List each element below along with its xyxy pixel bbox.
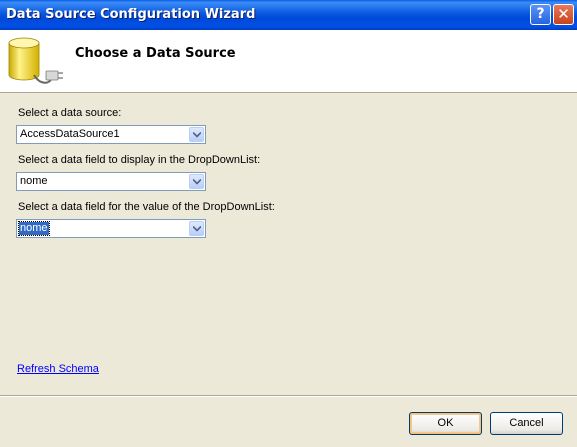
value-field-value: nome (18, 221, 50, 236)
cancel-button[interactable]: Cancel (490, 412, 563, 435)
title-bar[interactable]: Data Source Configuration Wizard ? ✕ (0, 0, 577, 30)
data-source-label: Select a data source: (18, 107, 122, 119)
ok-button[interactable]: OK (409, 412, 482, 435)
footer-divider-highlight (0, 396, 577, 397)
dropdown-arrow-button[interactable] (189, 127, 204, 142)
window-title: Data Source Configuration Wizard (6, 7, 256, 22)
value-field-label: Select a data field for the value of the… (18, 201, 275, 213)
data-source-select[interactable]: AccessDataSource1 (16, 125, 206, 144)
data-source-value: AccessDataSource1 (20, 128, 120, 140)
page-title: Choose a Data Source (75, 46, 236, 61)
chevron-down-icon (193, 132, 201, 138)
dropdown-arrow-button[interactable] (189, 221, 204, 236)
chevron-down-icon (193, 179, 201, 185)
value-field-select[interactable]: nome (16, 219, 206, 238)
header-divider (0, 92, 577, 93)
refresh-schema-link[interactable]: Refresh Schema (17, 363, 99, 375)
close-button[interactable]: ✕ (553, 4, 574, 25)
display-field-label: Select a data field to display in the Dr… (18, 154, 261, 166)
database-icon (8, 37, 63, 84)
dropdown-arrow-button[interactable] (189, 174, 204, 189)
display-field-select[interactable]: nome (16, 172, 206, 191)
help-button[interactable]: ? (530, 4, 551, 25)
wizard-header: Choose a Data Source (0, 30, 577, 92)
chevron-down-icon (193, 226, 201, 232)
display-field-value: nome (20, 175, 48, 187)
